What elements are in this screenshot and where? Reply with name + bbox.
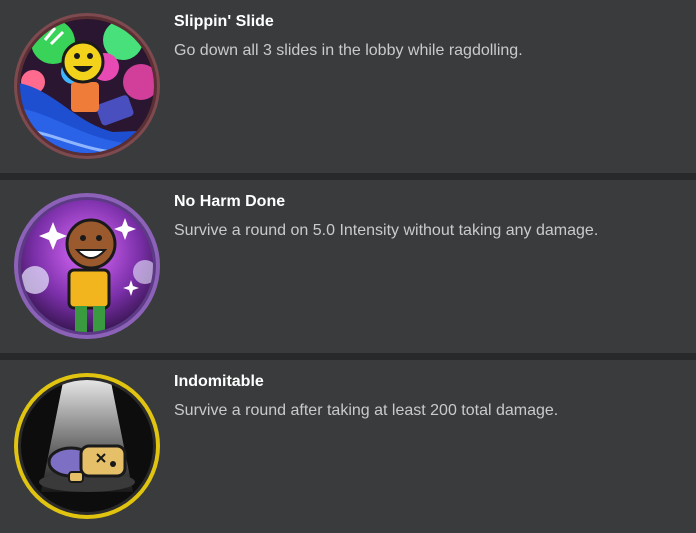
badge-list: Slippin' Slide Go down all 3 slides in t… (0, 0, 696, 533)
badge-title: Slippin' Slide (174, 13, 274, 30)
badge-icon-no-harm-done (13, 192, 161, 340)
badge-title: Indomitable (174, 373, 264, 390)
row-divider (0, 353, 696, 360)
badge-title: No Harm Done (174, 193, 286, 210)
badge-description: Survive a round after taking at least 20… (174, 402, 559, 419)
badge-description: Survive a round on 5.0 Intensity without… (174, 222, 599, 239)
badge-icon-slippin-slide (13, 12, 161, 160)
badge-description: Go down all 3 slides in the lobby while … (174, 42, 523, 59)
badge-row[interactable]: Indomitable Survive a round after taking… (0, 360, 696, 533)
badge-row[interactable]: Slippin' Slide Go down all 3 slides in t… (0, 0, 696, 173)
row-divider (0, 173, 696, 180)
badge-icon-indomitable (13, 372, 161, 520)
badge-row[interactable]: No Harm Done Survive a round on 5.0 Inte… (0, 180, 696, 353)
